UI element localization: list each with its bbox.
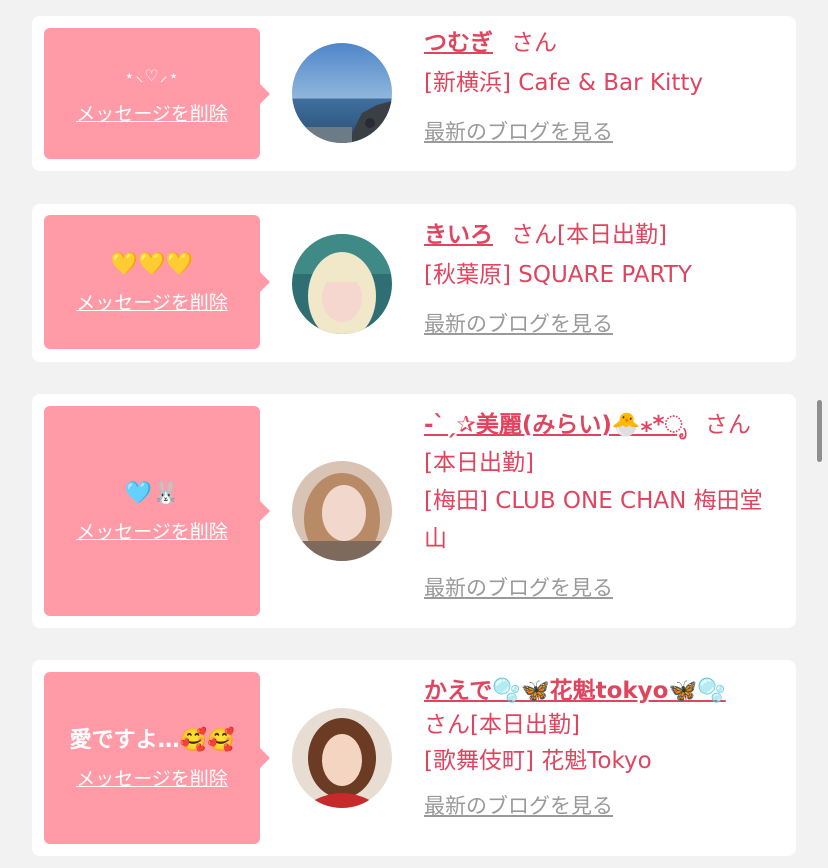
honorific: さん [511, 30, 557, 56]
message-bubble: 💛💛💛 メッセージを削除 [44, 215, 270, 349]
avatar[interactable] [292, 234, 392, 334]
delete-message-link[interactable]: メッセージを削除 [76, 288, 228, 315]
favorite-card: 愛ですよ…🥰🥰 メッセージを削除 かえで🫧🦋花魁tokyo🦋🫧 さん[本日出勤]… [32, 660, 796, 856]
shop-name: [梅田] CLUB ONE CHAN 梅田堂山 [424, 488, 763, 552]
delete-message-link[interactable]: メッセージを削除 [76, 99, 228, 126]
girl-info: きいろ さん[本日出勤] [秋葉原] SQUARE PARTY 最新のブログを見る [424, 218, 784, 338]
shop-name: [新横浜] Cafe & Bar Kitty [424, 70, 703, 96]
attendance-status: [本日出勤] [424, 450, 534, 476]
latest-blog-link[interactable]: 最新のブログを見る [424, 308, 613, 338]
favorite-card: 💛💛💛 メッセージを削除 きいろ さん[本日出勤] [秋葉原] SQUARE PA… [32, 204, 796, 362]
girl-info: つむぎ さん [新横浜] Cafe & Bar Kitty 最新のブログを見る [424, 26, 784, 146]
girl-name-link[interactable]: -ˋˏ✰美麗(みらい)🐣⁎*ೃ [424, 412, 687, 438]
delete-message-link[interactable]: メッセージを削除 [76, 517, 228, 544]
latest-blog-link[interactable]: 最新のブログを見る [424, 116, 613, 146]
attendance-status: [本日出勤] [557, 222, 667, 248]
avatar[interactable] [292, 708, 392, 808]
scrollbar[interactable] [817, 400, 822, 462]
message-text: 愛ですよ…🥰🥰 [69, 727, 235, 753]
message-bubble: 🩵🐰 メッセージを削除 [44, 406, 270, 616]
avatar[interactable] [292, 461, 392, 561]
message-bubble: 愛ですよ…🥰🥰 メッセージを削除 [44, 672, 270, 844]
honorific: さん [704, 412, 751, 438]
message-text: 🩵🐰 [124, 480, 180, 506]
girl-name-link[interactable]: つむぎ [424, 30, 493, 56]
girl-info: -ˋˏ✰美麗(みらい)🐣⁎*ೃ さん [本日出勤] [梅田] CLUB ONE C… [424, 408, 784, 602]
delete-message-link[interactable]: メッセージを削除 [76, 764, 228, 791]
message-text: 💛💛💛 [110, 251, 194, 277]
girl-name-link[interactable]: きいろ [424, 222, 493, 248]
message-bubble: ⋆⸜♡⸝⋆ メッセージを削除 [44, 28, 270, 159]
girl-info: かえで🫧🦋花魁tokyo🦋🫧 さん[本日出勤] [歌舞伎町] 花魁Tokyo 最… [424, 674, 784, 820]
avatar[interactable] [292, 43, 392, 143]
honorific: さん [511, 222, 557, 248]
attendance-status: [本日出勤] [470, 712, 580, 738]
honorific: さん [424, 712, 470, 738]
shop-name: [秋葉原] SQUARE PARTY [424, 262, 692, 288]
message-text: ⋆⸜♡⸝⋆ [124, 66, 180, 85]
girl-name-link[interactable]: かえで🫧🦋花魁tokyo🦋🫧 [424, 678, 726, 704]
favorite-card: ⋆⸜♡⸝⋆ メッセージを削除 つむぎ さん [新横浜] Cafe & Bar K… [32, 16, 796, 171]
favorites-list: ⋆⸜♡⸝⋆ メッセージを削除 つむぎ さん [新横浜] Cafe & Bar K… [0, 0, 828, 868]
latest-blog-link[interactable]: 最新のブログを見る [424, 790, 613, 820]
favorite-card: 🩵🐰 メッセージを削除 -ˋˏ✰美麗(みらい)🐣⁎*ೃ さん [本日出勤] [梅田… [32, 394, 796, 628]
shop-name: [歌舞伎町] 花魁Tokyo [424, 748, 652, 774]
latest-blog-link[interactable]: 最新のブログを見る [424, 572, 613, 602]
